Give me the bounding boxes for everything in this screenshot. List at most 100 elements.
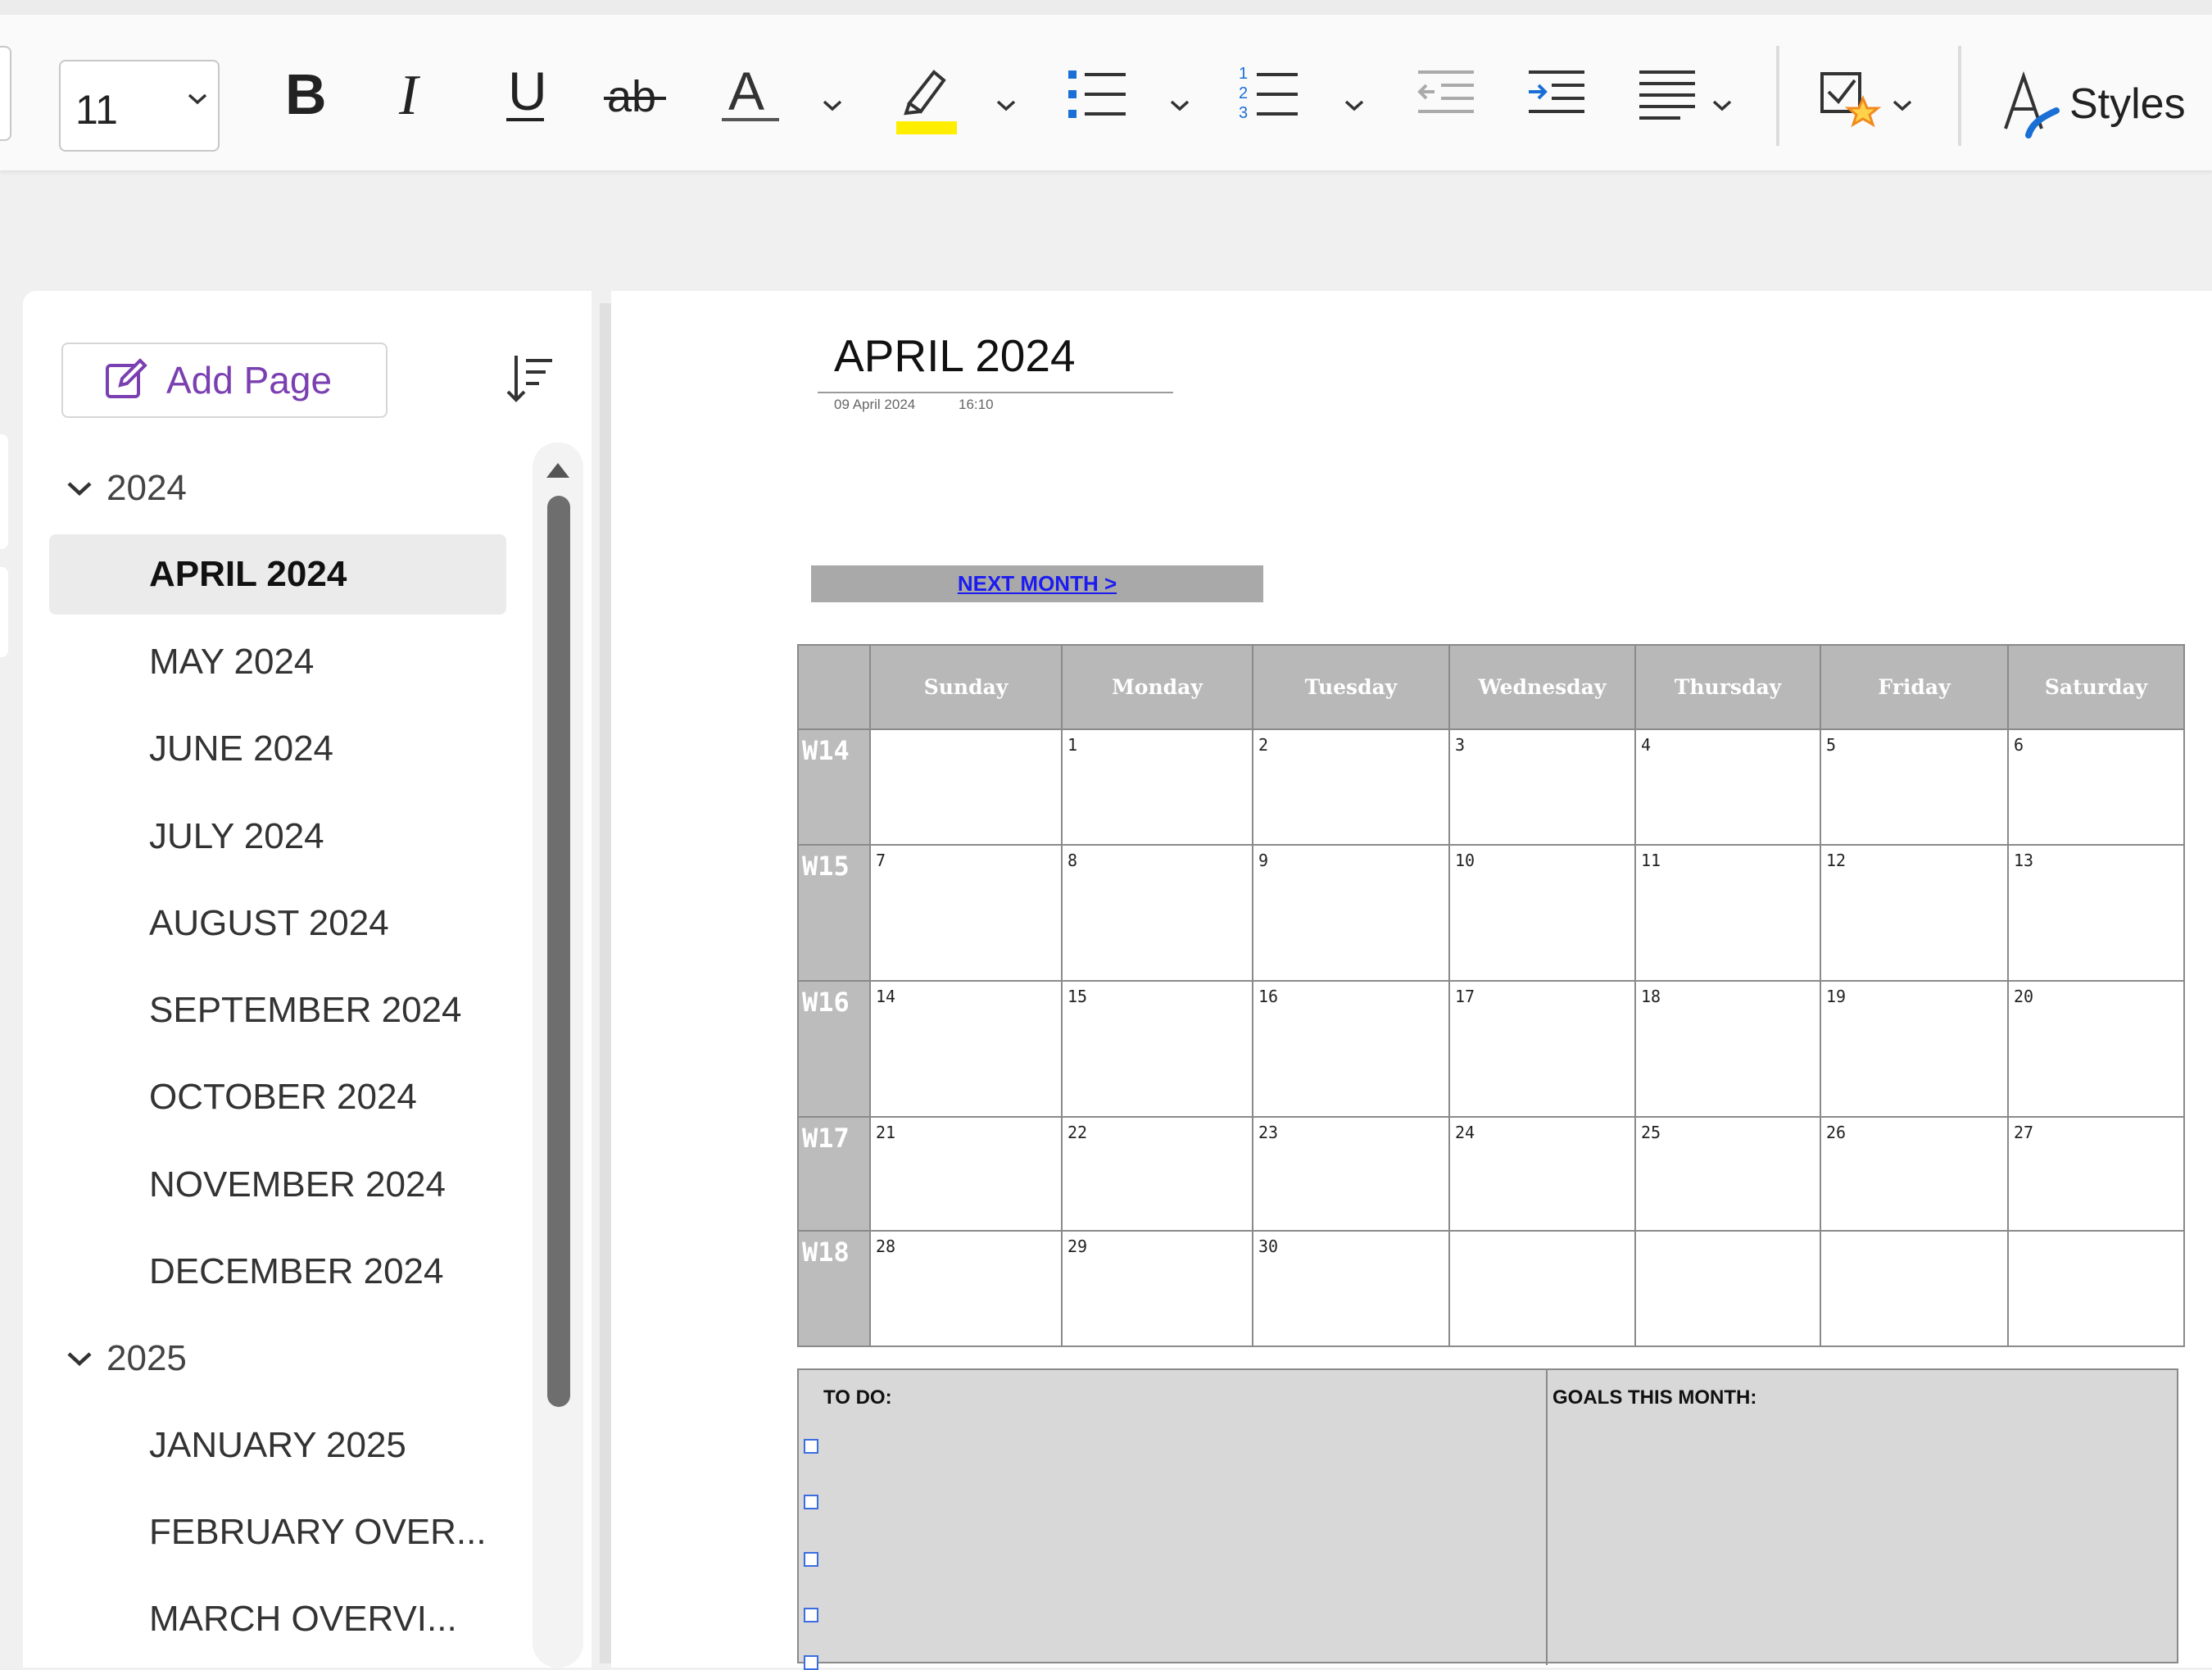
strikethrough-button[interactable]: ab [598, 54, 672, 136]
todo-checkbox[interactable] [804, 1439, 818, 1454]
calendar-week-row: W15 7 8 9 10 11 12 13 [798, 845, 2184, 981]
page-item-august-2024[interactable]: AUGUST 2024 [49, 883, 506, 964]
toolbar-separator [1776, 46, 1779, 146]
highlight-button[interactable] [889, 54, 963, 144]
next-month-link[interactable]: NEXT MONTH > [958, 571, 1117, 597]
day-cell[interactable]: 27 [2008, 1117, 2184, 1231]
font-name-box-edge[interactable] [0, 46, 11, 141]
day-cell[interactable]: 25 [1635, 1117, 1820, 1231]
day-cell[interactable]: 14 [870, 981, 1062, 1117]
day-cell[interactable]: 12 [1820, 845, 2008, 981]
numbered-list-button[interactable]: 123 [1233, 54, 1307, 136]
day-cell[interactable]: 20 [2008, 981, 2184, 1117]
day-cell[interactable]: 10 [1449, 845, 1635, 981]
font-color-chevron-icon[interactable] [822, 99, 843, 112]
section-group-2025[interactable]: 2025 [49, 1318, 506, 1399]
increase-indent-icon [1524, 62, 1589, 128]
tag-button[interactable] [1815, 54, 1888, 144]
day-cell[interactable]: 11 [1635, 845, 1820, 981]
todo-checkbox[interactable] [804, 1495, 818, 1509]
add-page-label: Add Page [166, 358, 332, 402]
weekday-header-row: Sunday Monday Tuesday Wednesday Thursday… [798, 645, 2184, 729]
day-cell[interactable]: 1 [1062, 729, 1253, 845]
page-item-label: JANUARY 2025 [149, 1425, 406, 1466]
day-cell[interactable]: 26 [1820, 1117, 2008, 1231]
day-cell[interactable]: 5 [1820, 729, 2008, 845]
italic-button[interactable]: I [377, 54, 451, 136]
add-page-button[interactable]: Add Page [61, 343, 388, 418]
page-item-october-2024[interactable]: OCTOBER 2024 [49, 1057, 506, 1137]
day-cell[interactable]: 7 [870, 845, 1062, 981]
day-cell[interactable]: 21 [870, 1117, 1062, 1231]
page-item-may-2024[interactable]: MAY 2024 [49, 622, 506, 702]
todo-checkbox[interactable] [804, 1608, 818, 1622]
increase-indent-button[interactable] [1520, 54, 1593, 136]
day-cell[interactable]: 30 [1253, 1231, 1449, 1346]
day-cell[interactable]: 16 [1253, 981, 1449, 1117]
day-cell[interactable] [2008, 1231, 2184, 1346]
day-cell[interactable] [1635, 1231, 1820, 1346]
day-cell[interactable]: 24 [1449, 1117, 1635, 1231]
align-button[interactable] [1630, 54, 1704, 136]
day-cell[interactable]: 28 [870, 1231, 1062, 1346]
styles-button[interactable]: Styles [1999, 59, 2212, 149]
page-item-february-overview[interactable]: FEBRUARY OVER... [49, 1492, 506, 1572]
day-cell[interactable]: 2 [1253, 729, 1449, 845]
week-header-cell [798, 645, 870, 729]
page-item-april-2024[interactable]: APRIL 2024 [49, 534, 506, 615]
page-item-june-2024[interactable]: JUNE 2024 [49, 709, 506, 789]
tag-chevron-icon[interactable] [1892, 99, 1913, 112]
chevron-down-icon [66, 1350, 93, 1367]
todo-checkbox[interactable] [804, 1655, 818, 1670]
day-cell[interactable] [1449, 1231, 1635, 1346]
page-item-january-2025[interactable]: JANUARY 2025 [49, 1405, 506, 1486]
font-color-button[interactable]: A [713, 54, 786, 136]
day-cell[interactable]: 6 [2008, 729, 2184, 845]
sort-pages-icon[interactable] [500, 351, 557, 408]
page-title[interactable]: APRIL 2024 [834, 329, 1076, 382]
day-cell[interactable]: 4 [1635, 729, 1820, 845]
section-group-2024[interactable]: 2024 [49, 448, 506, 529]
highlight-chevron-icon[interactable] [995, 99, 1017, 112]
scroll-up-arrow-icon[interactable] [544, 459, 572, 480]
day-cell[interactable] [1820, 1231, 2008, 1346]
day-cell[interactable]: 9 [1253, 845, 1449, 981]
numbered-list-chevron-icon[interactable] [1344, 99, 1365, 112]
bold-button[interactable]: B [266, 54, 340, 136]
panel-divider[interactable] [600, 303, 611, 1663]
day-cell[interactable]: 19 [1820, 981, 2008, 1117]
font-color-icon: A [717, 62, 782, 128]
underline-button[interactable]: U [487, 54, 561, 136]
day-cell[interactable]: 15 [1062, 981, 1253, 1117]
page-item-july-2024[interactable]: JULY 2024 [49, 796, 506, 877]
calendar-week-row: W18 28 29 30 [798, 1231, 2184, 1346]
page-item-november-2024[interactable]: NOVEMBER 2024 [49, 1145, 506, 1225]
day-cell[interactable]: 13 [2008, 845, 2184, 981]
decrease-indent-button[interactable] [1409, 54, 1483, 136]
align-chevron-icon[interactable] [1711, 99, 1733, 112]
highlighter-icon [893, 62, 959, 136]
bullet-list-chevron-icon[interactable] [1169, 99, 1190, 112]
page-item-december-2024[interactable]: DECEMBER 2024 [49, 1232, 506, 1312]
title-underline [818, 392, 1173, 393]
day-cell[interactable]: 22 [1062, 1117, 1253, 1231]
week-number: W15 [798, 845, 870, 981]
todo-checkbox[interactable] [804, 1552, 818, 1567]
bullet-list-button[interactable] [1061, 54, 1135, 136]
weekday-header: Monday [1062, 645, 1253, 729]
week-number: W17 [798, 1117, 870, 1231]
day-cell[interactable]: 29 [1062, 1231, 1253, 1346]
day-cell[interactable]: 23 [1253, 1117, 1449, 1231]
page-item-march-overview[interactable]: MARCH OVERVI... [49, 1579, 506, 1659]
day-cell[interactable]: 17 [1449, 981, 1635, 1117]
font-size-select[interactable]: 11 [59, 60, 220, 152]
day-cell[interactable]: 3 [1449, 729, 1635, 845]
day-cell[interactable]: 18 [1635, 981, 1820, 1117]
day-cell[interactable]: 8 [1062, 845, 1253, 981]
window-top-strip [0, 0, 2212, 16]
day-cell[interactable] [870, 729, 1062, 845]
page-item-label: OCTOBER 2024 [149, 1077, 417, 1118]
scrollbar-thumb[interactable] [547, 496, 570, 1407]
page-date: 09 April 2024 [834, 397, 915, 413]
page-item-september-2024[interactable]: SEPTEMBER 2024 [49, 970, 506, 1051]
